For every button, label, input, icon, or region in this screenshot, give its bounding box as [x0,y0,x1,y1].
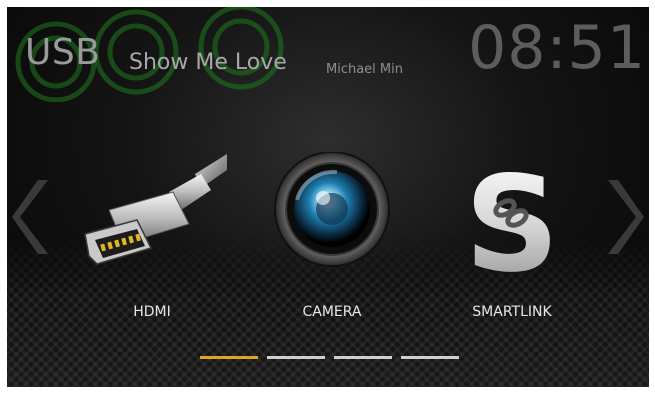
app-label-smartlink: SMARTLINK [472,304,552,320]
artist-name: Michael Min [326,62,403,77]
page-dot-1[interactable] [200,356,258,359]
app-camera[interactable]: CAMERA [257,152,407,332]
smartlink-s-icon: S [464,152,559,297]
head-unit-screen: USB Show Me Love Michael Min 08:51 HDMI … [7,7,649,387]
next-page-arrow-icon[interactable] [599,172,644,262]
app-smartlink[interactable]: S SMARTLINK [437,152,587,332]
page-dot-4[interactable] [401,356,459,359]
page-dot-3[interactable] [334,356,392,359]
clock: 08:51 [468,13,646,83]
app-label-camera: CAMERA [302,304,362,320]
hdmi-plug-icon [84,154,227,265]
page-indicator [200,356,470,360]
source-label: USB [25,32,101,73]
song-title: Show Me Love [129,50,287,75]
previous-page-arrow-icon[interactable] [12,172,57,262]
camera-lens-icon [274,152,390,267]
app-label-hdmi: HDMI [133,304,171,320]
app-hdmi[interactable]: HDMI [77,152,227,332]
page-dot-2[interactable] [267,356,325,359]
